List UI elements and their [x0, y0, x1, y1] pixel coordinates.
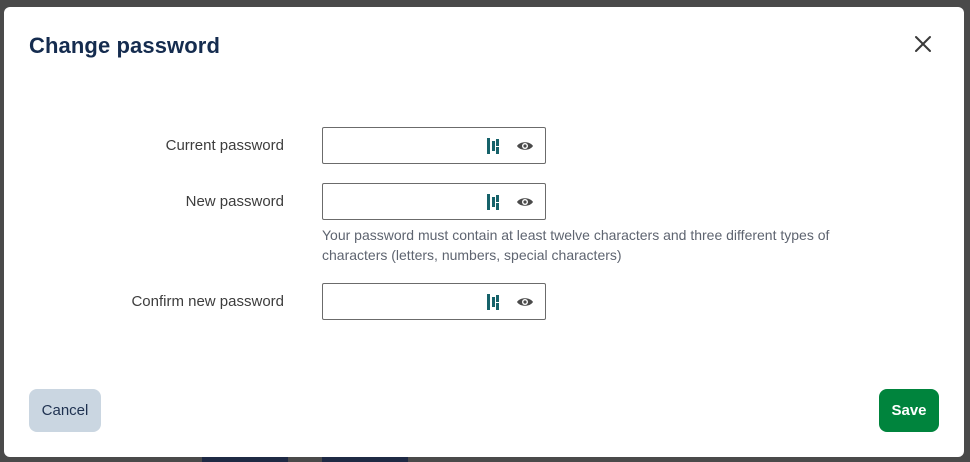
eye-icon[interactable] [516, 194, 534, 210]
new-password-field[interactable] [322, 183, 546, 220]
new-password-input[interactable] [323, 184, 489, 219]
password-requirements-hint: Your password must contain at least twel… [322, 227, 830, 263]
new-password-label: New password [185, 193, 284, 210]
current-password-field[interactable] [322, 127, 546, 164]
password-manager-icon[interactable] [486, 137, 502, 155]
save-button[interactable]: Save [879, 389, 939, 432]
new-password-row: New password [4, 183, 964, 221]
confirm-password-input[interactable] [323, 284, 489, 319]
current-password-input[interactable] [323, 128, 489, 163]
confirm-password-field[interactable] [322, 283, 546, 320]
change-password-dialog: Change password Current password New pas… [4, 7, 964, 457]
confirm-password-row: Confirm new password [4, 283, 964, 321]
cancel-button[interactable]: Cancel [29, 389, 101, 432]
current-password-label: Current password [165, 137, 284, 154]
close-icon [915, 36, 931, 52]
confirm-password-label: Confirm new password [131, 293, 284, 310]
password-manager-icon[interactable] [486, 193, 502, 211]
dialog-title: Change password [29, 33, 220, 58]
password-manager-icon[interactable] [486, 293, 502, 311]
close-button[interactable] [912, 33, 934, 55]
eye-icon[interactable] [516, 294, 534, 310]
current-password-row: Current password [4, 127, 964, 165]
eye-icon[interactable] [516, 138, 534, 154]
